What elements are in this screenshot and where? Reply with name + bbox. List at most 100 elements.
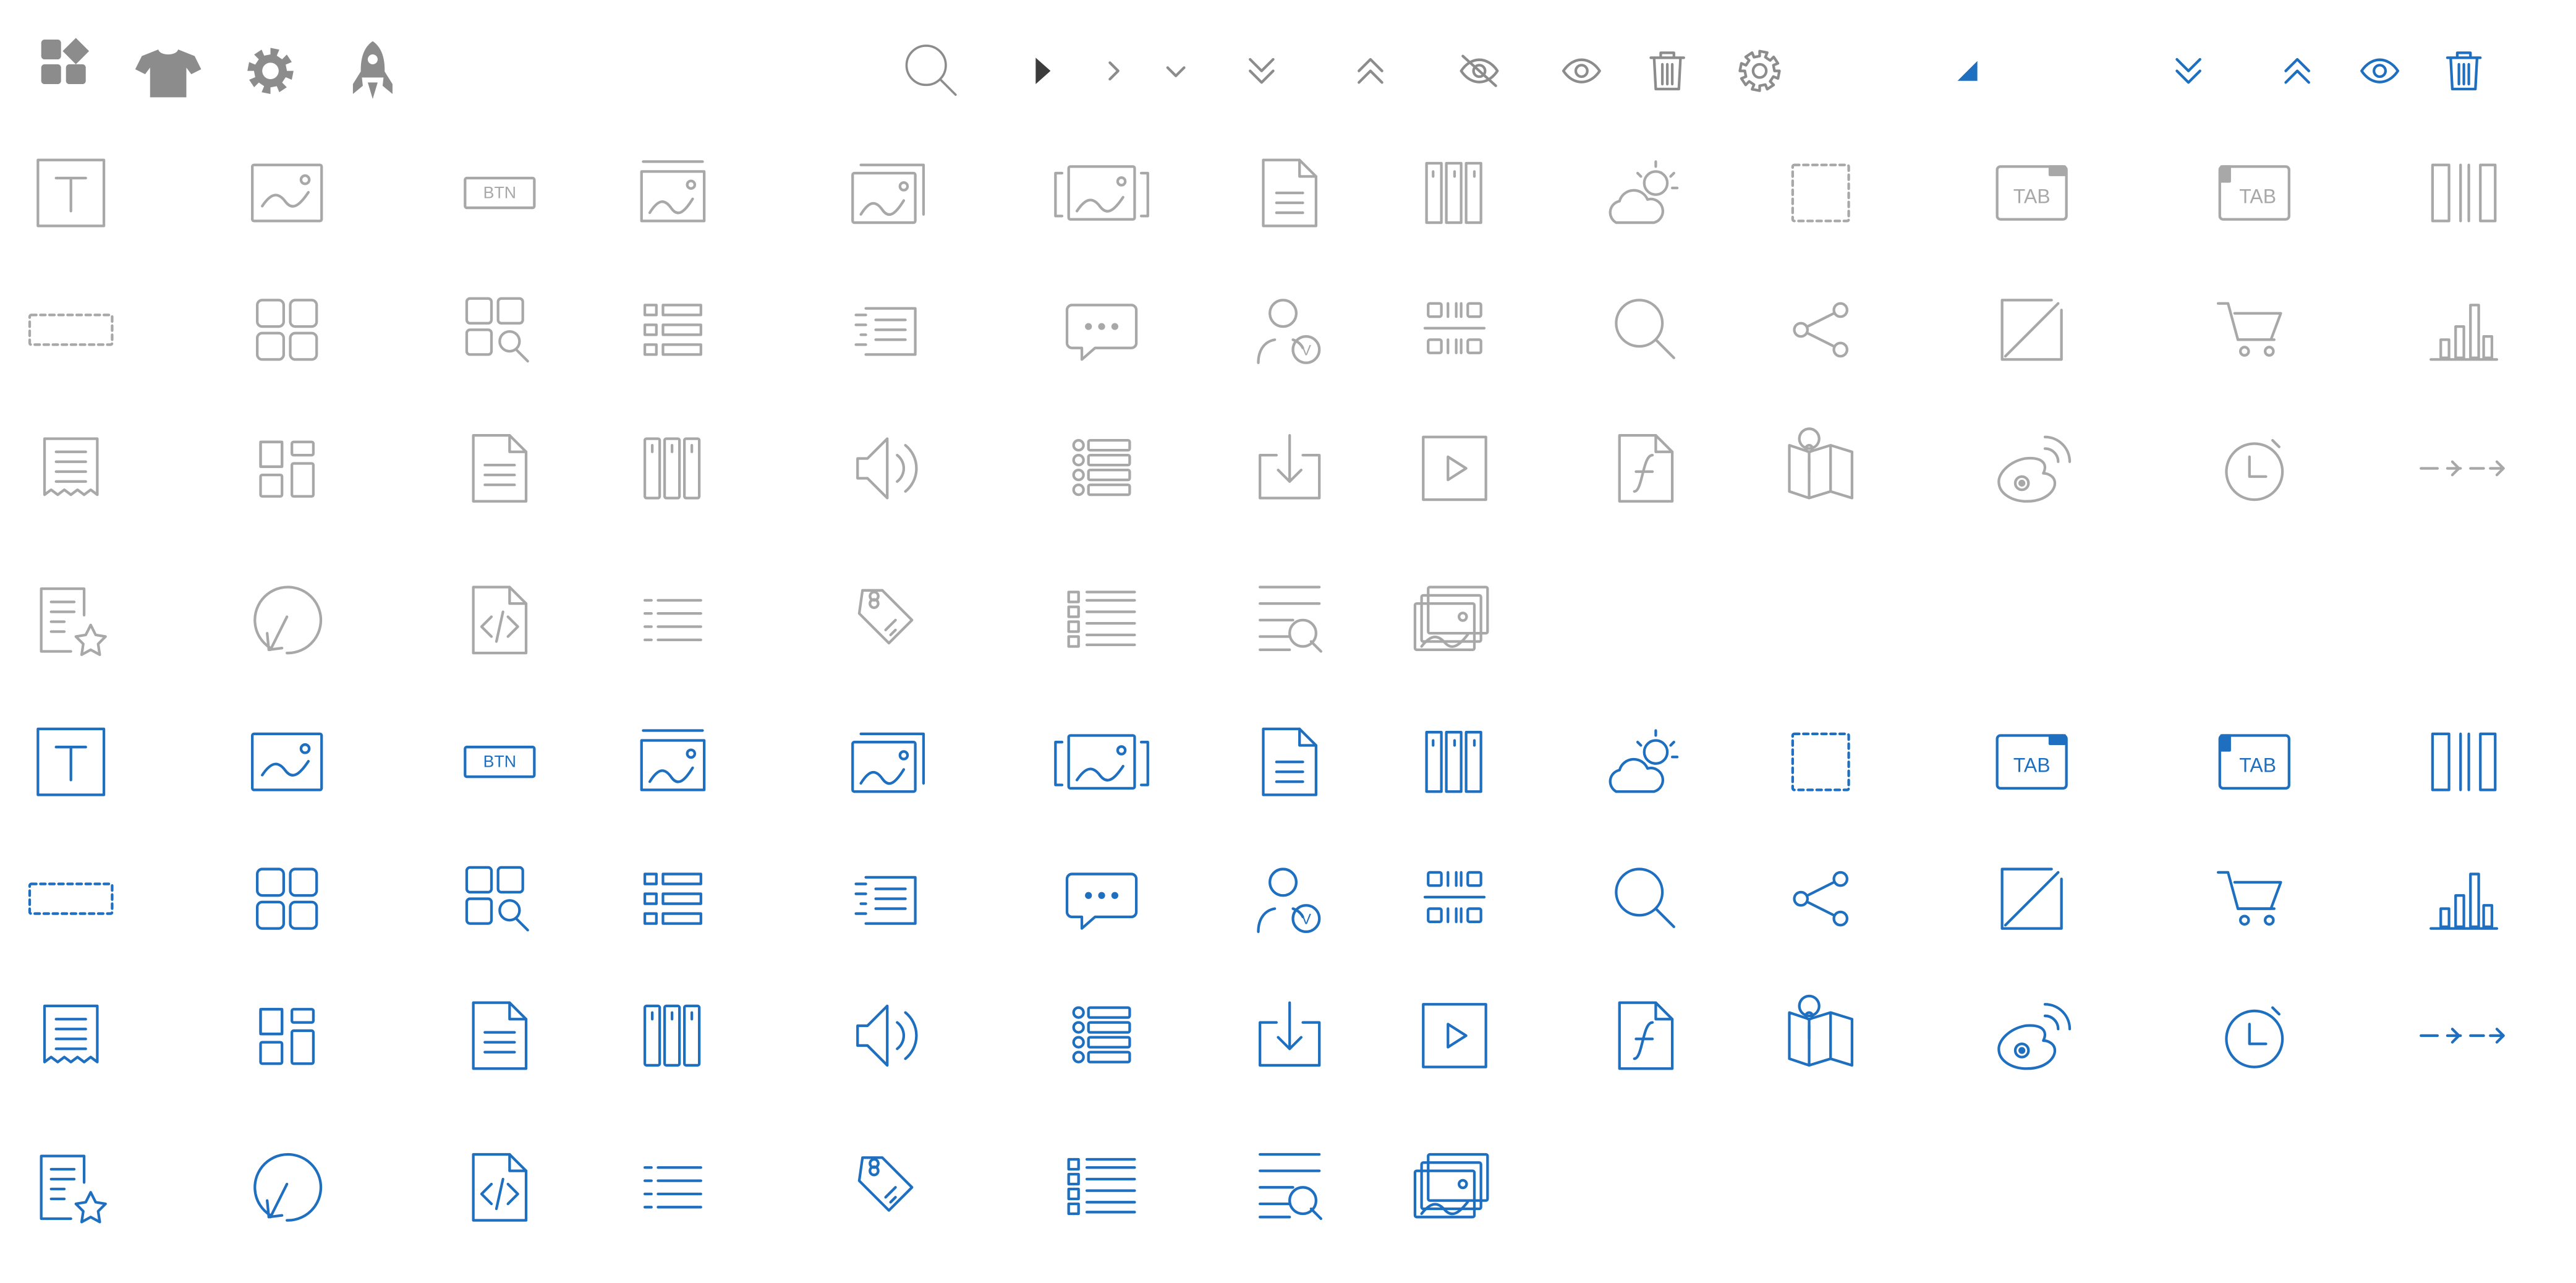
cart-icon[interactable]: [2216, 871, 2282, 926]
button-icon[interactable]: BTN: [464, 746, 536, 778]
placeholder-box-icon[interactable]: [1791, 732, 1850, 791]
chevron-down-icon[interactable]: [1166, 66, 1186, 77]
receipt-icon[interactable]: [43, 437, 99, 497]
eye-icon[interactable]: [1562, 58, 1601, 83]
share-icon[interactable]: [1793, 871, 1848, 927]
download-box-icon[interactable]: [1259, 433, 1321, 500]
trash-icon[interactable]: [1649, 51, 1685, 91]
comment-icon[interactable]: [1065, 872, 1138, 930]
text-search-icon[interactable]: [1259, 586, 1322, 653]
input-box-icon[interactable]: [28, 882, 114, 915]
line-list-icon[interactable]: [643, 1166, 702, 1209]
grid-search-icon[interactable]: [465, 297, 529, 363]
arrow-flow-icon[interactable]: [2420, 460, 2505, 477]
image-icon[interactable]: [251, 163, 323, 223]
code-file-icon[interactable]: [472, 1153, 528, 1222]
text-search-icon[interactable]: [1259, 1153, 1322, 1221]
document-icon[interactable]: [1262, 727, 1317, 796]
checklist-icon[interactable]: [1067, 1157, 1136, 1216]
grid-search-icon[interactable]: [465, 866, 529, 932]
split-columns-icon[interactable]: [2431, 163, 2497, 223]
photo-gallery-icon[interactable]: [1413, 586, 1489, 651]
download-box-icon[interactable]: [1259, 1001, 1321, 1067]
speaker-icon[interactable]: [856, 1004, 918, 1067]
weather-icon[interactable]: [1609, 729, 1679, 793]
cart-icon[interactable]: [2216, 302, 2282, 357]
weibo-icon[interactable]: [1997, 1003, 2072, 1070]
button-icon[interactable]: BTN: [464, 176, 536, 210]
favorite-doc-icon[interactable]: [40, 587, 107, 656]
verified-user-icon[interactable]: V: [1257, 299, 1321, 364]
image-carousel-icon[interactable]: [1054, 734, 1149, 790]
diagonal-box-icon[interactable]: [2000, 299, 2063, 361]
rocket-icon[interactable]: [352, 41, 393, 100]
news-list-icon[interactable]: [854, 307, 917, 356]
flash-file-icon[interactable]: [1618, 433, 1674, 503]
eye-slash-icon[interactable]: [1460, 54, 1499, 87]
double-chevron-down-icon[interactable]: [1249, 58, 1275, 84]
tshirt-icon[interactable]: [135, 49, 202, 98]
trash-icon[interactable]: [2446, 51, 2482, 91]
three-columns-icon[interactable]: [643, 1004, 701, 1067]
placeholder-box-icon[interactable]: [1791, 163, 1850, 223]
tab-right-icon[interactable]: TAB: [1996, 165, 2068, 221]
barcode-icon[interactable]: [1423, 871, 1486, 924]
diagonal-box-icon[interactable]: [2000, 867, 2063, 930]
map-icon[interactable]: [1788, 994, 1853, 1067]
search-icon[interactable]: [1615, 299, 1675, 359]
weather-icon[interactable]: [1609, 160, 1679, 224]
list-view-icon[interactable]: [643, 872, 702, 925]
eye-icon[interactable]: [2360, 58, 2400, 83]
text-icon[interactable]: [36, 158, 106, 228]
speaker-icon[interactable]: [856, 437, 918, 500]
map-icon[interactable]: [1788, 427, 1853, 500]
text-icon[interactable]: [36, 727, 106, 796]
verified-user-icon[interactable]: V: [1257, 867, 1321, 934]
comment-icon[interactable]: [1065, 304, 1138, 361]
settings-icon[interactable]: [1738, 49, 1781, 92]
play-box-icon[interactable]: [1422, 1003, 1487, 1068]
code-file-icon[interactable]: [472, 586, 528, 655]
image-stack-icon[interactable]: [851, 163, 925, 224]
double-chevron-up-icon[interactable]: [2284, 58, 2310, 84]
corner-triangle-icon[interactable]: [1957, 61, 1978, 81]
bullet-list-icon[interactable]: [1072, 1006, 1131, 1063]
tab-left-icon[interactable]: TAB: [2218, 734, 2290, 790]
barcode-icon[interactable]: [1423, 302, 1486, 354]
bar-chart-icon[interactable]: [2429, 872, 2499, 930]
line-list-icon[interactable]: [643, 599, 702, 641]
refresh-icon[interactable]: [253, 1153, 323, 1222]
play-box-icon[interactable]: [1422, 435, 1487, 501]
components-icon[interactable]: [41, 38, 90, 85]
news-list-icon[interactable]: [854, 876, 917, 925]
timer-icon[interactable]: [2225, 438, 2284, 501]
columns-icon[interactable]: [1425, 161, 1482, 224]
checklist-icon[interactable]: [1067, 590, 1136, 648]
bullet-list-icon[interactable]: [1072, 438, 1131, 497]
chevron-right-icon[interactable]: [1108, 61, 1120, 81]
dashboard-layout-icon[interactable]: [259, 1008, 315, 1065]
page-icon[interactable]: [472, 1001, 528, 1070]
search-icon[interactable]: [1615, 867, 1675, 929]
flash-file-icon[interactable]: [1618, 1001, 1674, 1070]
three-columns-icon[interactable]: [643, 437, 701, 500]
split-columns-icon[interactable]: [2431, 732, 2497, 791]
gear-icon[interactable]: [247, 48, 294, 95]
double-chevron-down-icon[interactable]: [2175, 58, 2201, 84]
bar-chart-icon[interactable]: [2429, 304, 2499, 361]
search-icon[interactable]: [905, 45, 957, 96]
input-box-icon[interactable]: [28, 313, 114, 346]
banner-image-icon[interactable]: [640, 160, 706, 223]
tab-right-icon[interactable]: TAB: [1996, 734, 2068, 790]
columns-icon[interactable]: [1425, 731, 1482, 793]
refresh-icon[interactable]: [253, 586, 323, 655]
weibo-icon[interactable]: [1997, 435, 2072, 503]
double-chevron-up-icon[interactable]: [1358, 58, 1384, 84]
image-carousel-icon[interactable]: [1054, 165, 1149, 221]
arrow-flow-icon[interactable]: [2420, 1028, 2505, 1044]
list-view-icon[interactable]: [643, 304, 702, 356]
document-icon[interactable]: [1262, 158, 1317, 228]
photo-gallery-icon[interactable]: [1413, 1153, 1489, 1219]
price-tag-icon[interactable]: [857, 1156, 914, 1212]
price-tag-icon[interactable]: [857, 589, 914, 645]
